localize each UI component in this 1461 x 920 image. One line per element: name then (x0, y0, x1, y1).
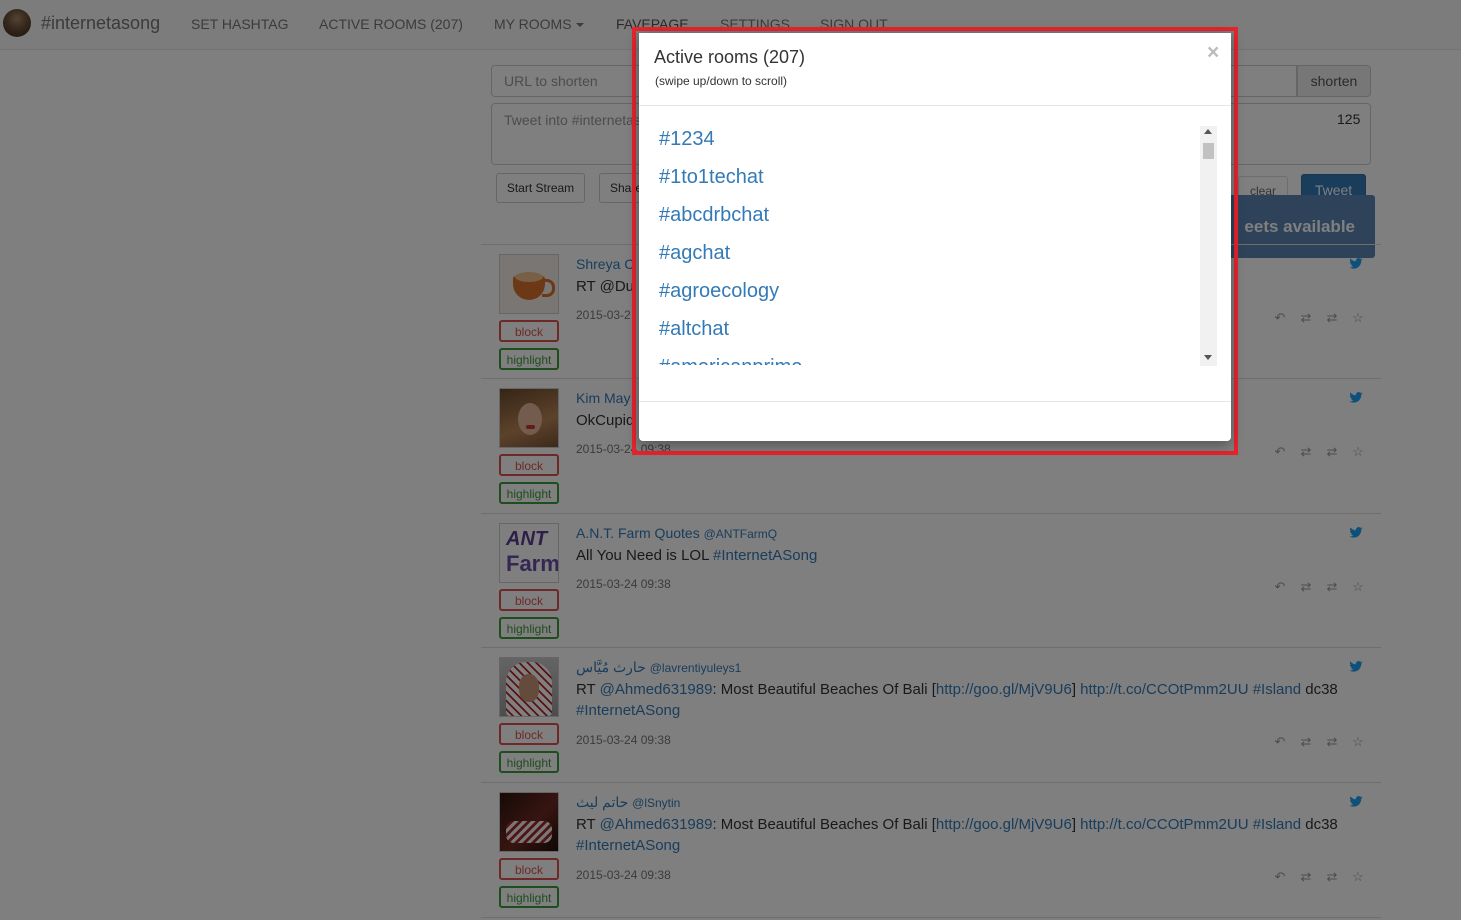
room-list[interactable]: #1234 #1to1techat #abcdrbchat #agchat #a… (659, 125, 1200, 365)
scroll-down-arrow-icon[interactable] (1204, 355, 1212, 360)
modal-title: Active rooms (207) (654, 47, 806, 67)
room-link[interactable]: #1to1techat (659, 163, 1200, 201)
scroll-up-arrow-icon[interactable] (1204, 129, 1212, 134)
room-link[interactable]: #agroecology (659, 277, 1200, 315)
close-icon[interactable]: × (1207, 41, 1219, 65)
room-link[interactable]: #abcdrbchat (659, 201, 1200, 239)
modal-divider (639, 105, 1231, 106)
room-link[interactable]: #altchat (659, 315, 1200, 353)
active-rooms-modal: Active rooms (207) (swipe up/down to scr… (639, 33, 1231, 441)
scrollbar-thumb[interactable] (1203, 143, 1214, 159)
modal-subtitle: (swipe up/down to scroll) (655, 74, 788, 88)
room-link[interactable]: #americanprime (659, 353, 1200, 365)
room-link[interactable]: #1234 (659, 125, 1200, 163)
room-list-scrollbar[interactable] (1200, 126, 1217, 366)
room-link[interactable]: #agchat (659, 239, 1200, 277)
modal-footer-divider (639, 401, 1231, 402)
